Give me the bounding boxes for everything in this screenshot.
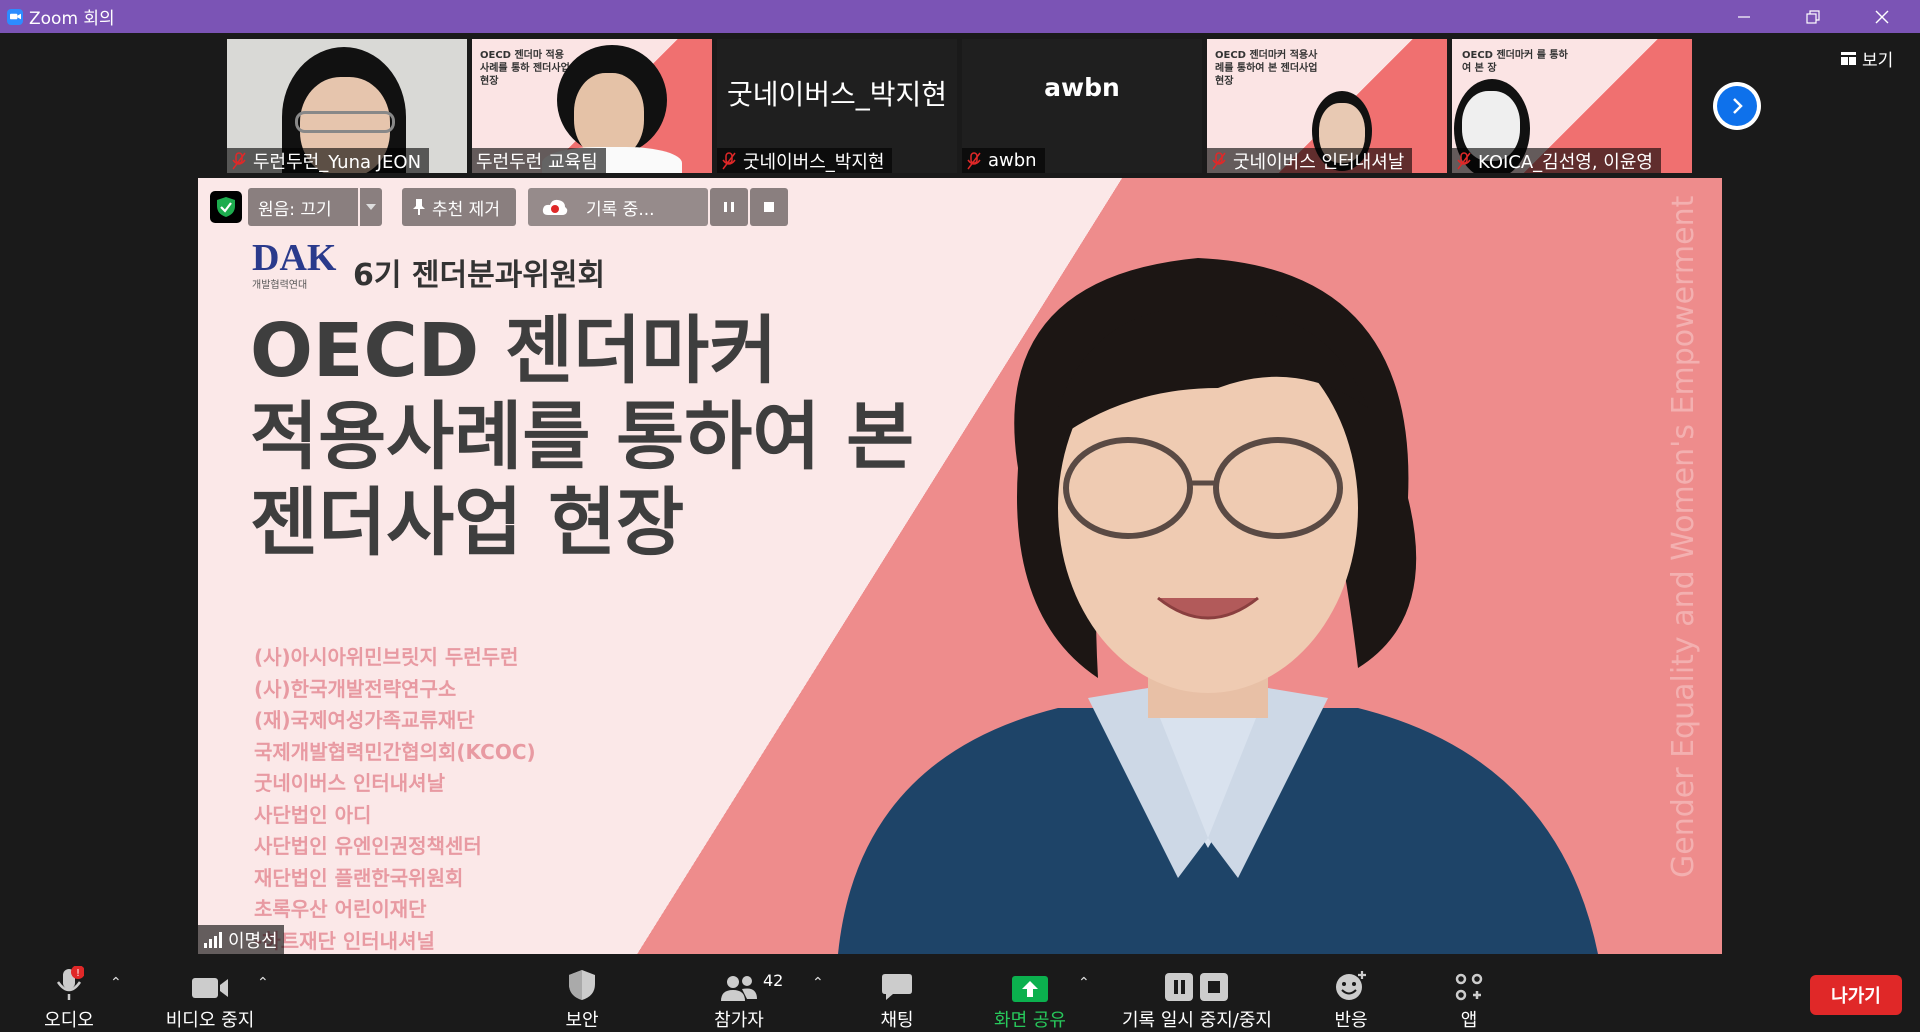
audio-button[interactable]: ! 오디오 [36,955,102,1032]
shield-check-icon [217,197,235,217]
close-icon [1875,10,1889,23]
participant-tile[interactable]: OECD 젠더마커 적용사례를 통하여 본 젠더사업 현장 굿네이버스 인터내셔… [1207,39,1447,173]
meeting-stage: 두런두런_Yuna JEON OECD 젠더마 적용사례를 통하 젠더사업 현장… [0,33,1920,955]
security-button[interactable]: 보안 [552,955,612,1032]
grid-view-icon [1841,51,1856,65]
signal-strength-icon [204,931,222,948]
apps-icon [1454,961,1484,1002]
participants-button[interactable]: 참가자 [704,955,774,1032]
stop-recording-button[interactable] [750,188,788,226]
remove-spotlight-button[interactable]: 추천 제거 [402,188,516,226]
participant-tile[interactable]: OECD 젠더마커 를 통하여 본 장 KOICA_김선영, 이윤영 [1452,39,1692,173]
slide-thumb-text: OECD 젠더마 적용사례를 통하 젠더사업 현장 [480,50,570,87]
restore-button[interactable] [1783,0,1843,33]
muted-mic-icon [1457,151,1471,169]
participant-tile[interactable]: awbn awbn [962,39,1202,173]
reactions-button[interactable]: 반응 [1326,955,1376,1032]
muted-mic-icon [232,151,246,169]
chevron-right-icon [1717,86,1757,126]
participant-name: KOICA_김선영, 이윤영 [1452,148,1661,173]
view-button[interactable]: 보기 [1833,45,1902,71]
title-bar: Zoom 회의 [0,0,1920,33]
record-controls-icon [1164,961,1230,1002]
participants-options-caret[interactable]: ⌃ [812,975,824,991]
shield-icon [567,961,597,1002]
chat-button[interactable]: 채팅 [872,955,922,1032]
muted-mic-icon [967,151,981,169]
participant-strip: 두런두런_Yuna JEON OECD 젠더마 적용사례를 통하 젠더사업 현장… [227,39,1692,173]
emoji-icon [1334,961,1368,1002]
share-screen-icon [1012,961,1048,1002]
apps-button[interactable]: 앱 [1446,955,1492,1032]
slide-subtitle: 6기 젠더분과위원회 [353,258,606,293]
original-sound-toggle[interactable]: 원음: 끄기 [248,188,358,226]
restore-icon [1806,9,1820,24]
slide-thumb-text: OECD 젠더마커 적용사례를 통하여 본 젠더사업 현장 [1215,50,1318,87]
muted-mic-icon [1212,151,1226,169]
slide-thumb-text: OECD 젠더마커 를 통하여 본 장 [1462,50,1568,74]
close-button[interactable] [1852,0,1912,33]
chat-bubble-icon [881,961,913,1002]
stop-video-button[interactable]: 비디오 중지 [160,955,260,1032]
microphone-icon: ! [54,961,84,1002]
participant-count: 42 [763,971,784,990]
security-shield-badge[interactable] [210,191,242,223]
share-options-caret[interactable]: ⌃ [1078,975,1090,991]
zoom-app-icon [7,8,23,25]
participant-display-name: awbn [1044,73,1120,102]
window-title: Zoom 회의 [29,9,115,29]
audio-options-caret[interactable]: ⌃ [110,975,122,991]
cloud-recording-icon [542,199,568,215]
speaker-figure [838,258,1598,954]
organization-list: (사)아시아위민브릿지 두런두런 (사)한국개발전략연구소 (재)국제여성가족교… [254,645,536,953]
participant-tile[interactable]: OECD 젠더마 적용사례를 통하 젠더사업 현장 두런두런 교육팀 [472,39,712,173]
participant-name: 두런두런 교육팀 [472,148,606,173]
pause-recording-button[interactable] [710,188,748,226]
video-camera-icon [190,961,230,1002]
chevron-down-icon [366,204,376,210]
participants-icon [720,961,758,1002]
active-speaker-name: 이명선 [198,925,284,954]
recording-status: 기록 중... [528,188,708,226]
next-page-button[interactable] [1713,82,1761,130]
participant-name: awbn [962,148,1045,173]
meeting-toolbar: ! 오디오 ⌃ 비디오 중지 ⌃ 보안 참가자 42 ⌃ 채팅 화면 공유 ⌃ … [0,955,1920,1032]
participant-display-name: 굿네이버스_박지현 [726,78,948,111]
pause-stop-recording-button[interactable]: 기록 일시 중지/중지 [1114,955,1280,1032]
minimize-icon [1738,15,1750,18]
video-options-caret[interactable]: ⌃ [257,975,269,991]
share-screen-button[interactable]: 화면 공유 [986,955,1074,1032]
participant-name: 굿네이버스_박지현 [717,148,893,173]
dak-logo: DAK 개발협력연대 [252,237,337,291]
glasses-graphic [295,111,395,133]
muted-mic-icon [722,151,736,169]
original-sound-dropdown[interactable] [360,188,382,226]
participant-tile[interactable]: 두런두런_Yuna JEON [227,39,467,173]
pin-icon [413,199,425,215]
active-speaker-video[interactable]: DAK 개발협력연대 6기 젠더분과위원회 OECD 젠더마커 적용사례를 통하… [198,178,1722,954]
leave-meeting-button[interactable]: 나가기 [1810,975,1902,1015]
pause-icon [724,202,734,212]
minimize-button[interactable] [1714,0,1774,33]
stop-icon [764,202,774,212]
svg-text:!: ! [76,968,80,979]
participant-name: 굿네이버스 인터내셔날 [1207,148,1413,173]
participant-tile[interactable]: 굿네이버스_박지현 굿네이버스_박지현 [717,39,957,173]
participant-name: 두런두런_Yuna JEON [227,148,430,173]
